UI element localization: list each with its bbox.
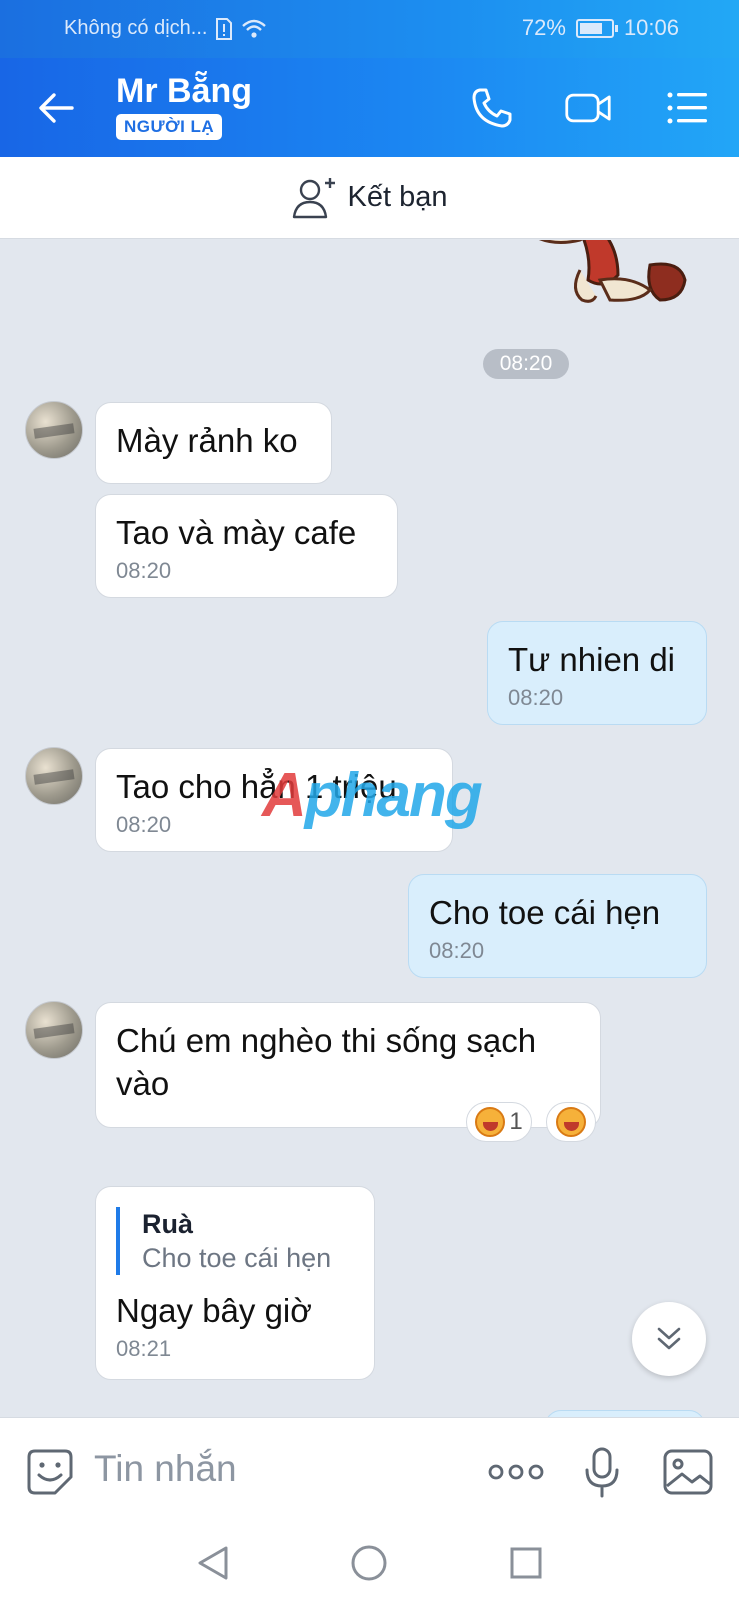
date-separator-pill: 08:20 — [483, 349, 569, 379]
contact-avatar[interactable] — [25, 747, 83, 805]
sim-alert-icon — [216, 17, 233, 40]
video-call-icon[interactable] — [564, 84, 612, 132]
reaction-summary[interactable]: 1 — [466, 1102, 532, 1142]
contact-name[interactable]: Mr Bẵng — [116, 72, 252, 111]
more-options-button[interactable] — [488, 1444, 544, 1500]
laughing-emoji-icon — [556, 1107, 586, 1137]
carrier-text: Không có dịch... — [64, 17, 208, 39]
message-time: 08:21 — [116, 1336, 172, 1361]
clock: 10:06 — [623, 15, 679, 40]
message-text: Cho toe cái hẹn — [429, 894, 661, 931]
message-input-bar: Tin nhắn — [0, 1417, 739, 1524]
battery-icon — [575, 18, 618, 38]
more-dots-icon — [488, 1464, 544, 1480]
status-left: Không có dịch... — [64, 17, 267, 40]
message-text: Tư nhien di — [508, 641, 676, 678]
scroll-to-bottom-button[interactable] — [632, 1302, 706, 1376]
menu-icon[interactable] — [664, 84, 712, 132]
message-text: Tao cho hẳn 1 triệu — [116, 768, 397, 805]
nav-back-button[interactable] — [191, 1542, 233, 1584]
wifi-icon — [242, 19, 267, 38]
message-time: 08:20 — [429, 938, 485, 963]
add-reaction-button[interactable] — [546, 1102, 596, 1142]
square-recents-icon — [510, 1547, 542, 1579]
contact-avatar[interactable] — [25, 1001, 83, 1059]
back-arrow-icon[interactable] — [34, 86, 78, 130]
message-bubble-outgoing[interactable]: Cho toe cái hẹn 08:20 — [408, 874, 707, 978]
double-chevron-down-icon — [657, 1327, 681, 1350]
image-icon — [663, 1449, 713, 1495]
add-friend-label: Kết bạn — [347, 181, 448, 213]
status-bar: Không có dịch... 72% 10:06 — [0, 0, 739, 58]
message-bubble-incoming[interactable]: Tao và mày cafe 08:20 — [95, 494, 398, 598]
message-text: Ngay bây giờ — [116, 1292, 312, 1329]
laughing-emoji-icon — [475, 1107, 506, 1137]
nav-recents-button[interactable] — [505, 1542, 547, 1584]
battery-percent: 72% — [521, 15, 566, 40]
gallery-button[interactable] — [660, 1444, 716, 1500]
quoted-message[interactable]: Ruà Cho toe cái hẹn — [116, 1207, 354, 1275]
microphone-icon — [585, 1447, 619, 1498]
status-right: 72% 10:06 — [522, 15, 679, 41]
message-bubble-incoming[interactable]: Tao cho hẳn 1 triệu 08:20 — [95, 748, 453, 852]
chat-header: Mr Bẵng NGƯỜI LẠ — [0, 58, 739, 157]
circle-home-icon — [351, 1545, 387, 1581]
message-bubble-outgoing[interactable]: Tư nhien di 08:20 — [487, 621, 707, 725]
message-bubble-outgoing-partial — [545, 1410, 705, 1417]
contact-avatar[interactable] — [25, 401, 83, 459]
message-bubble-reply[interactable]: Ruà Cho toe cái hẹn Ngay bây giờ 08:21 — [95, 1186, 375, 1380]
sticker-image — [538, 240, 687, 303]
message-input[interactable]: Tin nhắn — [94, 1448, 237, 1490]
quoted-text: Cho toe cái hẹn — [142, 1243, 332, 1273]
system-nav-bar — [0, 1524, 739, 1600]
reaction-count: 1 — [509, 1108, 523, 1135]
add-friend-icon — [292, 177, 335, 218]
chat-area[interactable]: 08:20 Mày rảnh ko Tao và mày cafe 08:20 … — [0, 240, 739, 1417]
emoji-button[interactable] — [22, 1444, 78, 1500]
message-text: Mày rảnh ko — [116, 422, 298, 459]
stranger-badge: NGƯỜI LẠ — [116, 114, 223, 140]
voice-record-button[interactable] — [574, 1444, 630, 1500]
message-bubble-incoming[interactable]: Mày rảnh ko — [95, 402, 332, 484]
message-time: 08:20 — [116, 812, 172, 837]
sticker-smile-icon — [27, 1449, 73, 1495]
message-text: Tao và mày cafe — [116, 514, 357, 551]
message-text: Chú em nghèo thi sống sạch vào — [116, 1022, 537, 1102]
nav-home-button[interactable] — [348, 1542, 390, 1584]
add-friend-bar[interactable]: Kết bạn — [0, 157, 739, 239]
quoted-author: Ruà — [142, 1209, 194, 1239]
triangle-back-icon — [198, 1546, 228, 1580]
message-time: 08:20 — [508, 685, 564, 710]
phone-call-icon[interactable] — [468, 84, 516, 132]
message-time: 08:20 — [116, 558, 172, 583]
